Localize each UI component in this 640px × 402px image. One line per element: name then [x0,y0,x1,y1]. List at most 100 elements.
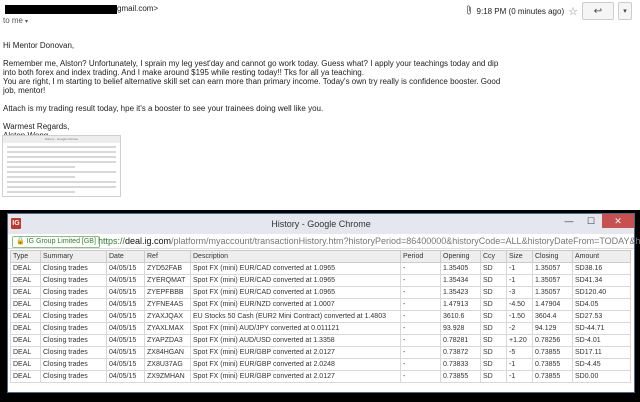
url-text[interactable]: https://deal.ig.com/platform/myaccount/t… [98,236,640,246]
address-bar[interactable]: 🔒 IG Group Limited [GB] https://deal.ig.… [8,234,640,249]
cell-description: Spot FX (mini) AUD/USD converted at 1.33… [190,334,401,347]
cell-ref[interactable]: ZYAXLMAX [144,322,191,335]
cell-summary: Closing trades [40,346,107,359]
cell-ccy: SD [480,346,507,359]
thumbnail-line [7,171,116,173]
header-date[interactable]: Date [106,250,145,263]
cell-date: 04/05/15 [106,262,145,275]
cell-amount: SD120.40 [572,286,631,299]
closing: Warmest Regards, [3,122,70,131]
cell-closing: 3604.4 [532,310,573,323]
cell-summary: Closing trades [40,322,107,335]
cell-ref[interactable]: ZX8U37AG [144,358,191,371]
cell-amount: SD4.05 [572,298,631,311]
cell-ccy: SD [480,358,507,371]
redacted-sender [5,5,117,14]
header-description[interactable]: Description [190,250,401,263]
cell-period: - [400,310,441,323]
star-icon[interactable]: ☆ [568,5,578,18]
cell-ref[interactable]: ZYFNE4AS [144,298,191,311]
header-amount[interactable]: Amount [572,250,631,263]
cell-summary: Closing trades [40,262,107,275]
cell-description: Spot FX (mini) EUR/GBP converted at 2.01… [190,346,401,359]
window-titlebar[interactable]: IG History - Google Chrome — ☐ ✕ [8,214,634,234]
cell-summary: Closing trades [40,298,107,311]
table-row: DEAL Closing trades 04/05/15 ZYAXLMAX Spot F… [10,322,631,335]
cell-period: - [400,334,441,347]
cell-size: -1 [506,370,533,383]
url-path: /platform/myaccount/transactionHistory.h… [171,236,640,246]
reply-button[interactable]: ↩ [582,2,614,20]
cell-period: - [400,286,441,299]
table-header-row: Type Summary Date Ref Description Period… [10,250,631,263]
cell-closing: 0.73855 [532,346,573,359]
cell-size: -4.50 [506,298,533,311]
cell-type: DEAL [10,358,41,371]
cell-size: -3 [506,286,533,299]
cell-closing: 94.129 [532,322,573,335]
cell-type: DEAL [10,346,41,359]
maximize-button[interactable]: ☐ [580,214,602,228]
thumbnail-line [7,166,75,168]
recipient-line[interactable]: to me ▾ [3,16,28,25]
header-size[interactable]: Size [506,250,533,263]
cell-description: Spot FX (mini) EUR/CAD converted at 1.09… [190,274,401,287]
thumbnail-line [7,161,116,163]
cell-opening: 0.78281 [440,334,481,347]
table-row: DEAL Closing trades 04/05/15 ZX8U37AG Spot F… [10,358,631,371]
cell-ccy: SD [480,310,507,323]
cell-date: 04/05/15 [106,334,145,347]
cell-closing: 0.73855 [532,370,573,383]
header-summary[interactable]: Summary [40,250,107,263]
cell-ref[interactable]: ZYAXJQAX [144,310,191,323]
cell-ref[interactable]: ZX9ZMHAN [144,370,191,383]
cell-closing: 1.47904 [532,298,573,311]
thumbnail-line [7,156,116,158]
cell-amount: SD17.11 [572,346,631,359]
cell-summary: Closing trades [40,310,107,323]
cell-date: 04/05/15 [106,358,145,371]
cell-description: Spot FX (mini) EUR/GBP converted at 2.01… [190,370,401,383]
cell-amount: SD38.16 [572,262,631,275]
sender-address: gmail.com> [117,4,159,13]
cell-ref[interactable]: ZYERQMAT [144,274,191,287]
cell-size: +1.20 [506,334,533,347]
attachment-thumbnail[interactable]: History - Google Chrome [2,135,121,197]
header-period[interactable]: Period [400,250,441,263]
header-ref[interactable]: Ref [144,250,191,263]
cell-ref[interactable]: ZX84HGAN [144,346,191,359]
transaction-history-table: Type Summary Date Ref Description Period… [10,250,631,383]
body-line: Remember me, Alston? Unfortunately, I sp… [3,59,499,68]
cell-type: DEAL [10,310,41,323]
cell-closing: 1.35057 [532,262,573,275]
more-actions-button[interactable]: ▾ [618,2,632,20]
secure-badge[interactable]: 🔒 IG Group Limited [GB] [12,236,100,248]
close-button[interactable]: ✕ [602,214,634,228]
attach-line: Attach is my trading result today, hpe i… [3,104,324,113]
header-type[interactable]: Type [10,250,41,263]
cell-type: DEAL [10,334,41,347]
recipient-dropdown-icon[interactable]: ▾ [25,19,28,25]
cell-description: EU Stocks 50 Cash (EUR2 Mini Contract) c… [190,310,401,323]
cell-amount: SD-44.71 [572,322,631,335]
body-line: into both forex and index trading. And I… [3,68,364,77]
cell-date: 04/05/15 [106,298,145,311]
cell-size: -2 [506,322,533,335]
cell-type: DEAL [10,274,41,287]
reply-icon: ↩ [593,5,603,17]
cell-ref[interactable]: ZYD52FAB [144,262,191,275]
cell-size: -1 [506,262,533,275]
cell-ccy: SD [480,274,507,287]
cell-type: DEAL [10,370,41,383]
cell-ref[interactable]: ZYEPFBBB [144,286,191,299]
minimize-button[interactable]: — [558,214,580,228]
header-opening[interactable]: Opening [440,250,481,263]
chrome-history-window: IG History - Google Chrome — ☐ ✕ 🔒 IG Gr… [7,213,640,393]
header-closing[interactable]: Closing [532,250,573,263]
chevron-down-icon: ▾ [623,8,627,15]
email-meta: 9:18 PM (0 minutes ago) ☆ ↩ ▾ [465,2,632,20]
cell-date: 04/05/15 [106,286,145,299]
cell-ref[interactable]: ZYAPZDA3 [144,334,191,347]
header-ccy[interactable]: Ccy [480,250,507,263]
thumbnail-line [7,191,75,193]
